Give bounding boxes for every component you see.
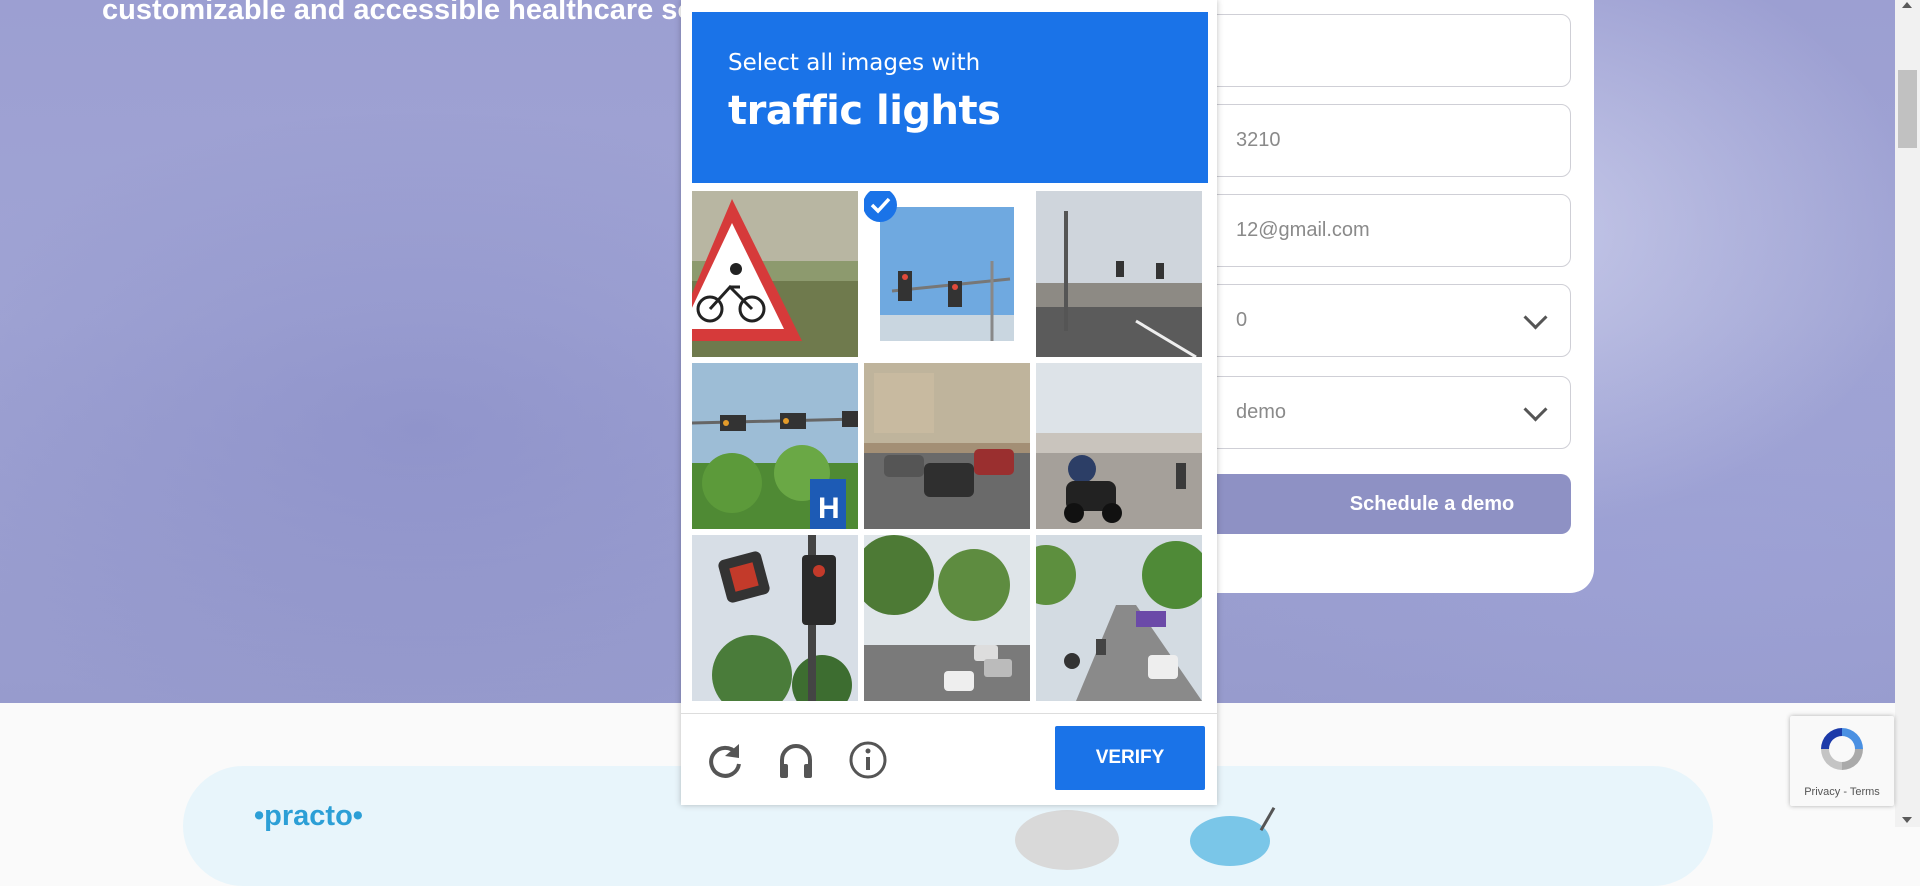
audio-icon[interactable] (774, 738, 818, 782)
schedule-demo-button[interactable]: Schedule a demo (1165, 474, 1571, 534)
verify-button[interactable]: VERIFY (1055, 726, 1205, 790)
phone-field[interactable]: 3210 (1165, 104, 1571, 177)
scroll-down-arrow-icon[interactable] (1902, 817, 1912, 823)
select-1-value: 0 (1236, 309, 1248, 331)
email-field[interactable]: 12@gmail.com (1165, 194, 1571, 267)
captcha-tile-7[interactable] (692, 535, 858, 701)
captcha-tile-5[interactable] (864, 363, 1030, 529)
captcha-tile-1[interactable] (692, 191, 858, 357)
captcha-divider (681, 713, 1217, 714)
captcha-challenge: Select all images with traffic lights H … (681, 0, 1217, 805)
captcha-tile-9[interactable] (1036, 535, 1202, 701)
recaptcha-logo-icon (1821, 728, 1863, 770)
recaptcha-privacy-terms[interactable]: Privacy - Terms (1790, 786, 1894, 798)
captcha-instruction: Select all images with (728, 50, 981, 76)
captcha-tile-4[interactable]: H (692, 363, 858, 529)
page-scrollbar[interactable] (1895, 0, 1920, 827)
name-field[interactable] (1165, 14, 1571, 87)
reload-icon[interactable] (703, 738, 747, 782)
info-icon[interactable] (846, 738, 890, 782)
practo-logo: •practo• (254, 800, 363, 832)
hero-tagline: customizable and accessible healthcare s… (102, 0, 721, 26)
decorative-illustration (1190, 816, 1270, 866)
chevron-down-icon (1523, 305, 1548, 330)
email-value: 12@gmail.com (1236, 219, 1370, 241)
doctor-photo (1015, 810, 1119, 870)
selected-check-icon (864, 191, 897, 222)
scroll-up-arrow-icon[interactable] (1902, 2, 1912, 8)
phone-value: 3210 (1236, 129, 1281, 151)
chevron-down-icon (1523, 397, 1548, 422)
captcha-tile-6[interactable] (1036, 363, 1202, 529)
recaptcha-badge[interactable]: Privacy - Terms (1790, 716, 1894, 806)
scroll-thumb[interactable] (1898, 70, 1917, 148)
captcha-tile-2[interactable] (864, 191, 1030, 357)
captcha-target: traffic lights (728, 88, 1001, 134)
select-field-1[interactable]: 0 (1165, 284, 1571, 357)
select-field-2[interactable]: demo (1165, 376, 1571, 449)
captcha-tile-8[interactable] (864, 535, 1030, 701)
captcha-tile-3[interactable] (1036, 191, 1202, 357)
svg-text:H: H (818, 492, 840, 525)
captcha-header: Select all images with traffic lights (692, 12, 1208, 183)
select-2-value: demo (1236, 401, 1287, 423)
